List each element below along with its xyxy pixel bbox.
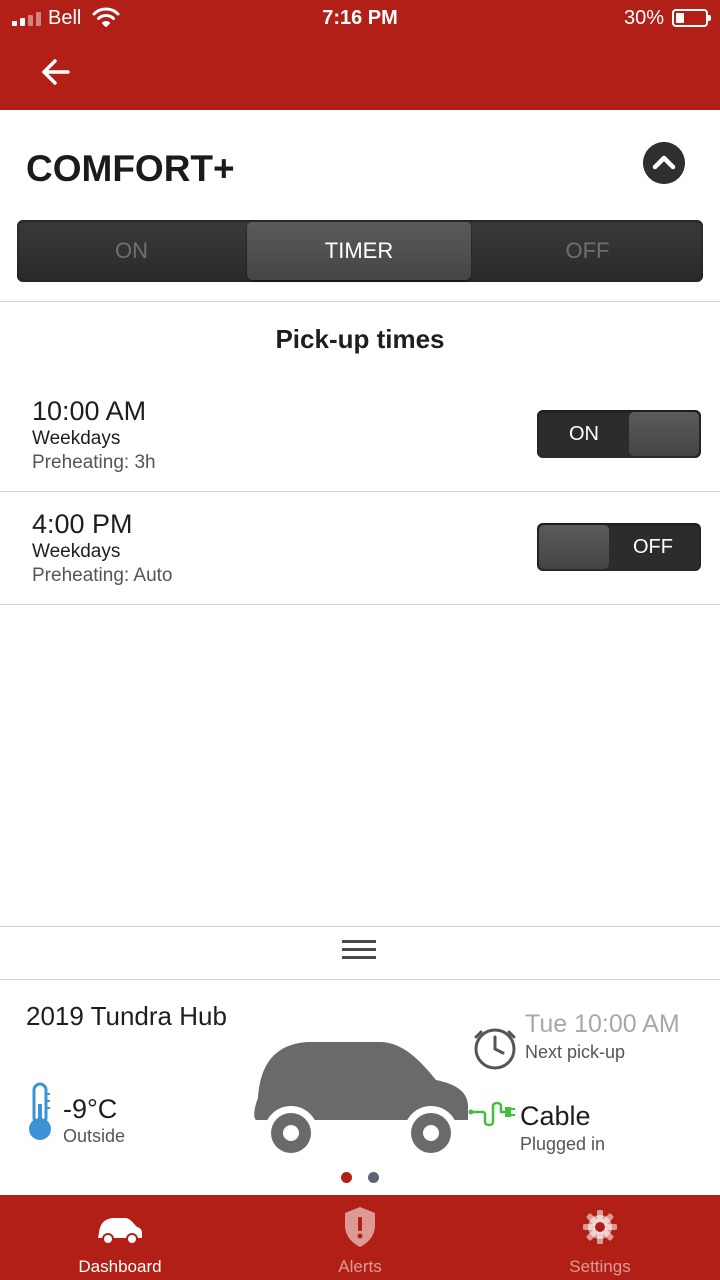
nav-dashboard[interactable]: Dashboard	[0, 1195, 240, 1280]
toggle-label: OFF	[633, 536, 673, 558]
page-title: COMFORT+	[26, 148, 235, 189]
back-arrow-icon[interactable]	[36, 52, 76, 92]
pickup-toggle-on[interactable]: ON	[537, 410, 701, 458]
bottom-nav: Dashboard Alerts Settings	[0, 1195, 720, 1280]
pickup-section-title: Pick-up times	[275, 324, 445, 354]
car-illustration-icon	[254, 1042, 468, 1160]
collapse-chevron-up-icon[interactable]	[643, 142, 685, 184]
thermometer-icon	[29, 1082, 51, 1140]
battery-icon	[672, 9, 711, 27]
divider	[0, 926, 720, 927]
nav-settings[interactable]: Settings	[480, 1195, 720, 1280]
pickup-preheating: Preheating: 3h	[32, 452, 156, 473]
car-icon	[98, 1218, 142, 1245]
cable-status-label: Plugged in	[520, 1134, 606, 1154]
plug-icon	[468, 1101, 515, 1127]
screen: Bell 7:16 PM 30% COMFORT+ ON TIMER OFF P…	[0, 0, 720, 1280]
gear-icon	[583, 1210, 617, 1244]
pickup-days: Weekdays	[32, 541, 121, 562]
status-bar: Bell 7:16 PM 30%	[0, 0, 720, 36]
nav-label: Alerts	[338, 1257, 382, 1276]
mode-off-option[interactable]: OFF	[472, 220, 703, 282]
battery-percent: 30%	[623, 7, 664, 29]
cable-status: Cable	[520, 1101, 591, 1131]
pickup-days: Weekdays	[32, 428, 121, 449]
divider	[0, 301, 720, 302]
divider	[0, 979, 720, 980]
toggle-knob	[629, 412, 699, 456]
toggle-knob	[539, 525, 609, 569]
nav-label: Dashboard	[78, 1257, 162, 1276]
battery-level	[676, 13, 684, 23]
mode-segmented-control: ON TIMER OFF	[17, 220, 703, 282]
divider	[0, 491, 720, 492]
pickup-time: 10:00 AM	[32, 396, 147, 426]
mode-on-option[interactable]: ON	[17, 220, 246, 282]
page-dot-active[interactable]	[341, 1172, 352, 1183]
toggle-label: ON	[569, 423, 599, 445]
pickup-preheating: Preheating: Auto	[32, 565, 173, 586]
shield-alert-icon	[345, 1207, 375, 1247]
next-pickup-label: Next pick-up	[525, 1042, 626, 1062]
pickup-time: 4:00 PM	[32, 509, 133, 539]
outside-temperature: -9°C	[63, 1094, 118, 1124]
nav-alerts[interactable]: Alerts	[240, 1195, 480, 1280]
outside-temperature-label: Outside	[63, 1126, 126, 1146]
vehicle-name: 2019 Tundra Hub	[26, 1001, 227, 1031]
page-dot[interactable]	[368, 1172, 379, 1183]
next-pickup-time: Tue 10:00 AM	[525, 1010, 680, 1038]
hamburger-menu-icon[interactable]	[342, 938, 378, 964]
clock-icon	[474, 1028, 516, 1070]
nav-label: Settings	[569, 1257, 631, 1276]
divider	[0, 604, 720, 605]
pickup-toggle-off[interactable]: OFF	[537, 523, 701, 571]
mode-timer-option[interactable]: TIMER	[247, 222, 471, 280]
status-time: 7:16 PM	[322, 7, 398, 29]
app-header: Bell 7:16 PM 30%	[0, 0, 720, 110]
